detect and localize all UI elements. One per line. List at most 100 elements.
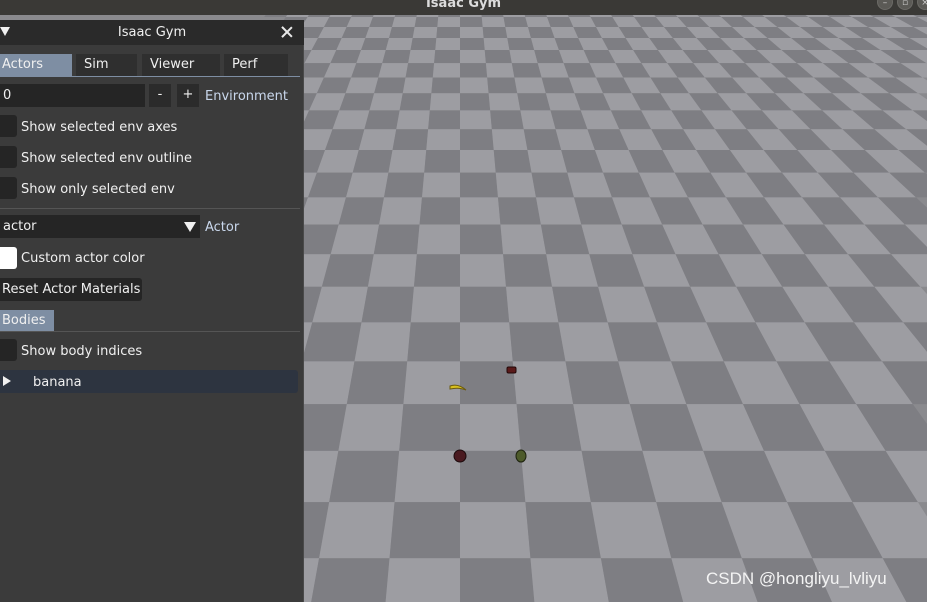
floor-tile <box>523 129 562 150</box>
floor-tile <box>528 27 555 38</box>
panel-title: Isaac Gym <box>117 25 187 40</box>
floor-tile <box>329 15 353 17</box>
floor-tile <box>460 15 482 17</box>
floor-tile <box>460 558 535 602</box>
floor-tile <box>365 27 392 38</box>
reset-actor-materials-button[interactable]: Reset Actor Materials <box>0 278 142 301</box>
tab-underline <box>0 76 300 77</box>
tab-sim[interactable]: Sim <box>76 54 137 76</box>
custom-actor-color-checkbox[interactable] <box>0 247 17 269</box>
floor-tile <box>264 15 288 17</box>
floor-tile <box>483 37 510 50</box>
floor-tile <box>460 322 513 362</box>
floor-tile <box>485 63 515 78</box>
floor-tile <box>503 254 553 287</box>
floor-tile <box>428 110 460 130</box>
panel-titlebar: Isaac Gym <box>0 20 304 45</box>
floor-tile <box>436 27 460 38</box>
floor-tile <box>356 49 386 64</box>
floor-tile <box>394 450 460 503</box>
floor-tile <box>346 17 373 27</box>
floor-tile <box>460 224 504 255</box>
bodies-header[interactable]: Bodies <box>0 310 54 331</box>
floor-tile <box>426 129 460 150</box>
floor-tile <box>434 49 460 64</box>
floor-tile <box>329 450 400 503</box>
floor-tile <box>412 27 438 38</box>
floor-tile <box>396 110 430 130</box>
floor-tile <box>675 15 700 17</box>
floor-tile <box>405 63 435 78</box>
tab-actors[interactable]: Actors <box>0 54 72 76</box>
show-env-outline-checkbox[interactable] <box>0 146 17 168</box>
floor-tile <box>498 197 541 225</box>
tab-perf[interactable]: Perf <box>224 54 288 76</box>
floor-tile <box>407 322 460 362</box>
floor-tile <box>378 63 409 78</box>
floor-tile <box>351 15 374 17</box>
floor-tile <box>352 149 393 173</box>
floor-tile <box>490 110 524 130</box>
floor-tile <box>421 172 460 198</box>
tree-item-banana[interactable]: banana <box>0 370 298 393</box>
floor-tile <box>488 93 521 111</box>
floor-tile <box>385 37 413 50</box>
floor-tile <box>481 17 506 27</box>
close-icon[interactable] <box>281 26 293 38</box>
floor-tile <box>460 110 492 130</box>
floor-tile <box>460 129 494 150</box>
floor-tile <box>805 15 831 17</box>
floor-tile <box>338 197 384 225</box>
section-divider <box>0 208 300 209</box>
show-env-axes-checkbox[interactable] <box>0 115 17 137</box>
floor-tile <box>385 558 460 602</box>
floor-tile <box>364 110 400 130</box>
floor-tile <box>410 286 460 323</box>
floor-tile <box>330 224 380 255</box>
floor-tile <box>503 15 526 17</box>
floor-tile <box>460 77 489 94</box>
floor-tile <box>632 15 656 17</box>
floor-tile <box>520 450 591 503</box>
floor-tile <box>358 129 397 150</box>
floor-tile <box>369 17 395 27</box>
increment-button[interactable]: + <box>177 84 199 107</box>
floor-tile <box>321 254 374 287</box>
actor-label: Actor <box>205 220 240 235</box>
isaac-gym-panel: Isaac Gym Actors Sim Viewer Perf 0 - + E… <box>0 20 304 602</box>
show-body-indices-checkbox[interactable] <box>0 339 17 361</box>
decrement-button[interactable]: - <box>149 84 171 107</box>
floor-tile <box>516 404 582 451</box>
floor-tile <box>419 197 460 225</box>
floor-tile <box>481 15 504 17</box>
floor-tile <box>484 49 512 64</box>
floor-tile <box>383 172 425 198</box>
floor-tile <box>460 197 501 225</box>
floor-tile <box>567 15 591 17</box>
floor-tile <box>301 322 362 362</box>
floor-tile <box>520 110 556 130</box>
floor-tile <box>460 27 484 38</box>
environment-index-input[interactable]: 0 <box>0 84 145 107</box>
floor-tile <box>503 17 529 27</box>
floor-tile <box>848 15 874 17</box>
floor-tile <box>307 15 331 17</box>
floor-tile <box>399 404 460 451</box>
tab-viewer[interactable]: Viewer <box>142 54 220 76</box>
show-env-axes-label: Show selected env axes <box>21 120 178 135</box>
floor-tile <box>870 15 896 17</box>
floor-tile <box>537 63 569 78</box>
floor-tile <box>414 17 439 27</box>
floor-tile <box>361 286 414 323</box>
floor-tile <box>399 93 432 111</box>
actor-select[interactable]: actor <box>0 215 200 238</box>
floor-tile <box>351 63 383 78</box>
dropdown-arrow-icon[interactable] <box>184 222 196 232</box>
floor-tile <box>506 286 559 323</box>
show-only-selected-env-checkbox[interactable] <box>0 177 17 199</box>
floor-tile <box>460 49 486 64</box>
floor-tile <box>558 322 619 362</box>
floor-tile <box>346 361 408 405</box>
floor-tile <box>530 558 609 602</box>
expand-arrow-icon[interactable] <box>3 376 11 386</box>
